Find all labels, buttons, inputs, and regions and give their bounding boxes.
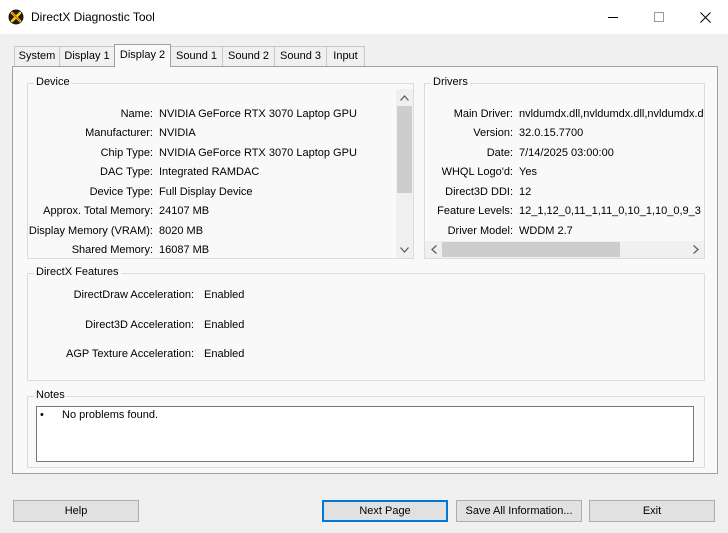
scroll-down-button[interactable] bbox=[396, 241, 413, 258]
tab-display-1[interactable]: Display 1 bbox=[59, 46, 115, 66]
device-scrollbar[interactable] bbox=[396, 89, 413, 258]
scroll-thumb[interactable] bbox=[397, 106, 412, 193]
exit-button[interactable]: Exit bbox=[589, 500, 715, 522]
maximize-button[interactable] bbox=[636, 0, 682, 34]
notes-text: No problems found. bbox=[62, 409, 158, 421]
notes-bullet: • bbox=[40, 409, 44, 421]
tab-sound-2[interactable]: Sound 2 bbox=[222, 46, 275, 66]
drivers-legend: Drivers bbox=[431, 76, 470, 88]
notes-legend: Notes bbox=[34, 389, 67, 401]
scroll-right-button[interactable] bbox=[687, 241, 704, 258]
maximize-icon bbox=[654, 12, 664, 22]
notes-textbox[interactable]: • No problems found. bbox=[36, 406, 694, 462]
next-page-button[interactable]: Next Page bbox=[322, 500, 448, 522]
drivers-hscrollbar[interactable] bbox=[425, 241, 704, 258]
tab-sound-1[interactable]: Sound 1 bbox=[170, 46, 223, 66]
window-title: DirectX Diagnostic Tool bbox=[31, 10, 155, 24]
title-bar[interactable]: DirectX Diagnostic Tool bbox=[0, 0, 728, 34]
scroll-up-button[interactable] bbox=[396, 89, 413, 106]
close-icon bbox=[699, 11, 711, 23]
minimize-icon bbox=[608, 17, 618, 18]
chevron-up-icon bbox=[400, 94, 409, 101]
minimize-button[interactable] bbox=[590, 0, 636, 34]
tab-system[interactable]: System bbox=[14, 46, 60, 66]
directx-x-icon bbox=[8, 9, 24, 25]
help-button[interactable]: Help bbox=[13, 500, 139, 522]
device-legend: Device bbox=[34, 76, 72, 88]
tab-input[interactable]: Input bbox=[326, 46, 365, 66]
hscroll-thumb[interactable] bbox=[442, 242, 620, 257]
chevron-right-icon bbox=[692, 245, 699, 254]
chevron-down-icon bbox=[400, 246, 409, 253]
save-all-information-button[interactable]: Save All Information... bbox=[456, 500, 582, 522]
features-legend: DirectX Features bbox=[34, 266, 121, 278]
tab-display-2[interactable]: Display 2 bbox=[114, 44, 171, 67]
chevron-left-icon bbox=[430, 245, 437, 254]
scroll-left-button[interactable] bbox=[425, 241, 442, 258]
tab-sound-3[interactable]: Sound 3 bbox=[274, 46, 327, 66]
close-button[interactable] bbox=[682, 0, 728, 34]
drivers-list: Main Driver: nvldumdx.dll,nvldumdx.dll,n… bbox=[437, 108, 704, 237]
